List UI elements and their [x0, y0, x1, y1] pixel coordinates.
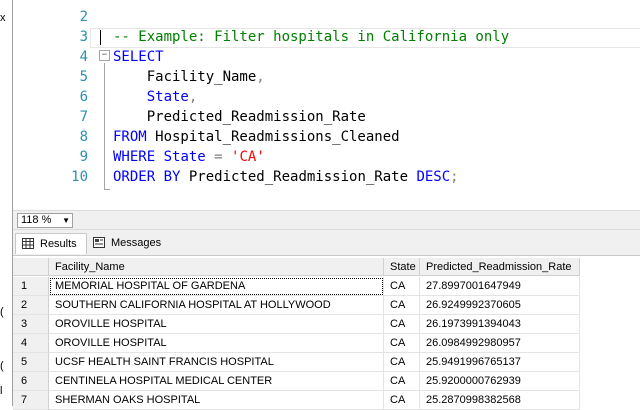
- code-line[interactable]: Facility_Name,: [113, 67, 265, 87]
- table-row[interactable]: 4 OROVILLE HOSPITAL CA 26.0984992980957: [13, 334, 580, 353]
- text-caret: [100, 30, 101, 45]
- code-line[interactable]: SELECT: [113, 47, 164, 67]
- code-token: Facility_Name: [113, 69, 257, 85]
- dropdown-arrow-icon[interactable]: ▼: [62, 214, 70, 227]
- current-line-highlight: [90, 28, 640, 48]
- table-row[interactable]: 5 UCSF HEALTH SAINT FRANCIS HOSPITAL CA 25.…: [13, 353, 580, 372]
- table-cell[interactable]: MEMORIAL HOSPITAL OF GARDENA: [49, 277, 384, 296]
- table-cell[interactable]: CA: [384, 353, 420, 372]
- zoom-level-value: 118 %: [21, 214, 52, 226]
- adjacent-text-fragment: (: [0, 360, 4, 372]
- row-number[interactable]: 4: [13, 334, 49, 353]
- code-token: DESC: [416, 169, 451, 185]
- row-number[interactable]: 3: [13, 315, 49, 334]
- table-cell[interactable]: 25.9491996765137: [420, 353, 580, 372]
- editor-status-bar: 118 % ▼: [13, 210, 640, 230]
- line-number: 3: [79, 29, 88, 45]
- grid-corner[interactable]: [13, 258, 49, 276]
- code-token: State: [113, 89, 189, 105]
- line-number: 9: [79, 149, 88, 165]
- adjacent-panel-sliver: x ( ( l: [0, 0, 12, 406]
- code-line[interactable]: Predicted_Readmission_Rate: [113, 107, 366, 127]
- table-cell[interactable]: CA: [384, 296, 420, 315]
- zoom-level-select[interactable]: 118 % ▼: [17, 213, 73, 228]
- code-token: 'CA': [231, 149, 265, 165]
- tab-messages[interactable]: Messages: [87, 233, 167, 253]
- row-number[interactable]: 2: [13, 296, 49, 315]
- code-line[interactable]: State,: [113, 87, 198, 107]
- code-token: ,: [188, 89, 198, 105]
- table-cell[interactable]: CA: [384, 315, 420, 334]
- code-token: ;: [450, 169, 459, 185]
- code-token: WHERE: [113, 149, 156, 165]
- column-header-state[interactable]: State: [384, 258, 420, 276]
- column-header-predicted-readmission-rate[interactable]: Predicted_Readmission_Rate: [420, 258, 580, 276]
- line-number: 4: [79, 49, 88, 65]
- line-number: 2: [79, 9, 88, 25]
- column-header-facility-name[interactable]: Facility_Name: [49, 258, 384, 276]
- line-number: 6: [79, 89, 88, 105]
- code-token: Predicted_Readmission_Rate: [113, 109, 366, 125]
- code-token: Hospital_Readmissions_Cleaned: [146, 129, 400, 145]
- code-token: ORDER BY: [113, 169, 181, 185]
- horizontal-scrollbar[interactable]: [75, 213, 640, 227]
- code-token: =: [205, 149, 232, 165]
- row-number[interactable]: 5: [13, 353, 49, 372]
- code-token: FROM: [113, 129, 147, 145]
- adjacent-text-fragment: x: [0, 12, 6, 24]
- table-row[interactable]: 2 SOUTHERN CALIFORNIA HOSPITAL AT HOLLYWO…: [13, 296, 580, 315]
- adjacent-text-fragment: (: [0, 306, 4, 318]
- line-number: 8: [79, 129, 88, 145]
- code-token: SELECT: [113, 49, 164, 65]
- table-cell[interactable]: OROVILLE HOSPITAL: [49, 315, 384, 334]
- code-line[interactable]: ORDER BY Predicted_Readmission_Rate DESC…: [113, 167, 459, 187]
- tab-label: Results: [40, 238, 77, 250]
- messages-icon: [93, 237, 105, 248]
- code-token: State: [155, 149, 206, 165]
- table-cell[interactable]: 25.9200000762939: [420, 372, 580, 391]
- code-token: Predicted_Readmission_Rate: [180, 169, 417, 185]
- tab-results[interactable]: Results: [15, 233, 87, 254]
- row-number[interactable]: 6: [13, 372, 49, 391]
- table-cell[interactable]: CENTINELA HOSPITAL MEDICAL CENTER: [49, 372, 384, 391]
- editor-gutter: [13, 0, 33, 210]
- table-row[interactable]: 1 MEMORIAL HOSPITAL OF GARDENA CA 27.899700…: [13, 277, 580, 296]
- table-row[interactable]: 7 SHERMAN OAKS HOSPITAL CA 25.2870998382568: [13, 391, 580, 410]
- row-number[interactable]: 7: [13, 391, 49, 410]
- line-numbers: 2 3 4 5 6 7 8 9 10: [33, 0, 90, 210]
- table-cell[interactable]: 26.0984992980957: [420, 334, 580, 353]
- code-line[interactable]: WHERE State = 'CA': [113, 147, 265, 167]
- table-row[interactable]: 6 CENTINELA HOSPITAL MEDICAL CENTER CA 25.9…: [13, 372, 580, 391]
- table-cell[interactable]: 25.2870998382568: [420, 391, 580, 410]
- table-cell[interactable]: CA: [384, 334, 420, 353]
- table-cell[interactable]: CA: [384, 372, 420, 391]
- table-cell[interactable]: SHERMAN OAKS HOSPITAL: [49, 391, 384, 410]
- row-number[interactable]: 1: [13, 277, 49, 296]
- code-token: ,: [256, 69, 265, 85]
- adjacent-text-fragment: l: [0, 385, 3, 397]
- tab-label: Messages: [111, 237, 162, 249]
- grid-icon: [22, 238, 34, 249]
- table-row[interactable]: 3 OROVILLE HOSPITAL CA 26.1973991394043: [13, 315, 580, 334]
- table-cell[interactable]: 27.8997001647949: [420, 277, 580, 296]
- table-cell[interactable]: OROVILLE HOSPITAL: [49, 334, 384, 353]
- line-number: 5: [79, 69, 88, 85]
- results-tab-strip: Results Messages: [13, 230, 640, 255]
- table-cell[interactable]: 26.9249992370605: [420, 296, 580, 315]
- table-cell[interactable]: CA: [384, 277, 420, 296]
- table-cell[interactable]: SOUTHERN CALIFORNIA HOSPITAL AT HOLLYWOO…: [49, 296, 384, 315]
- code-line[interactable]: FROM Hospital_Readmissions_Cleaned: [113, 127, 400, 147]
- table-cell[interactable]: 26.1973991394043: [420, 315, 580, 334]
- results-grid[interactable]: Facility_Name State Predicted_Readmissio…: [13, 255, 640, 410]
- line-number: 10: [71, 169, 88, 185]
- table-cell[interactable]: CA: [384, 391, 420, 410]
- table-cell[interactable]: UCSF HEALTH SAINT FRANCIS HOSPITAL: [49, 353, 384, 372]
- line-number: 7: [79, 109, 88, 125]
